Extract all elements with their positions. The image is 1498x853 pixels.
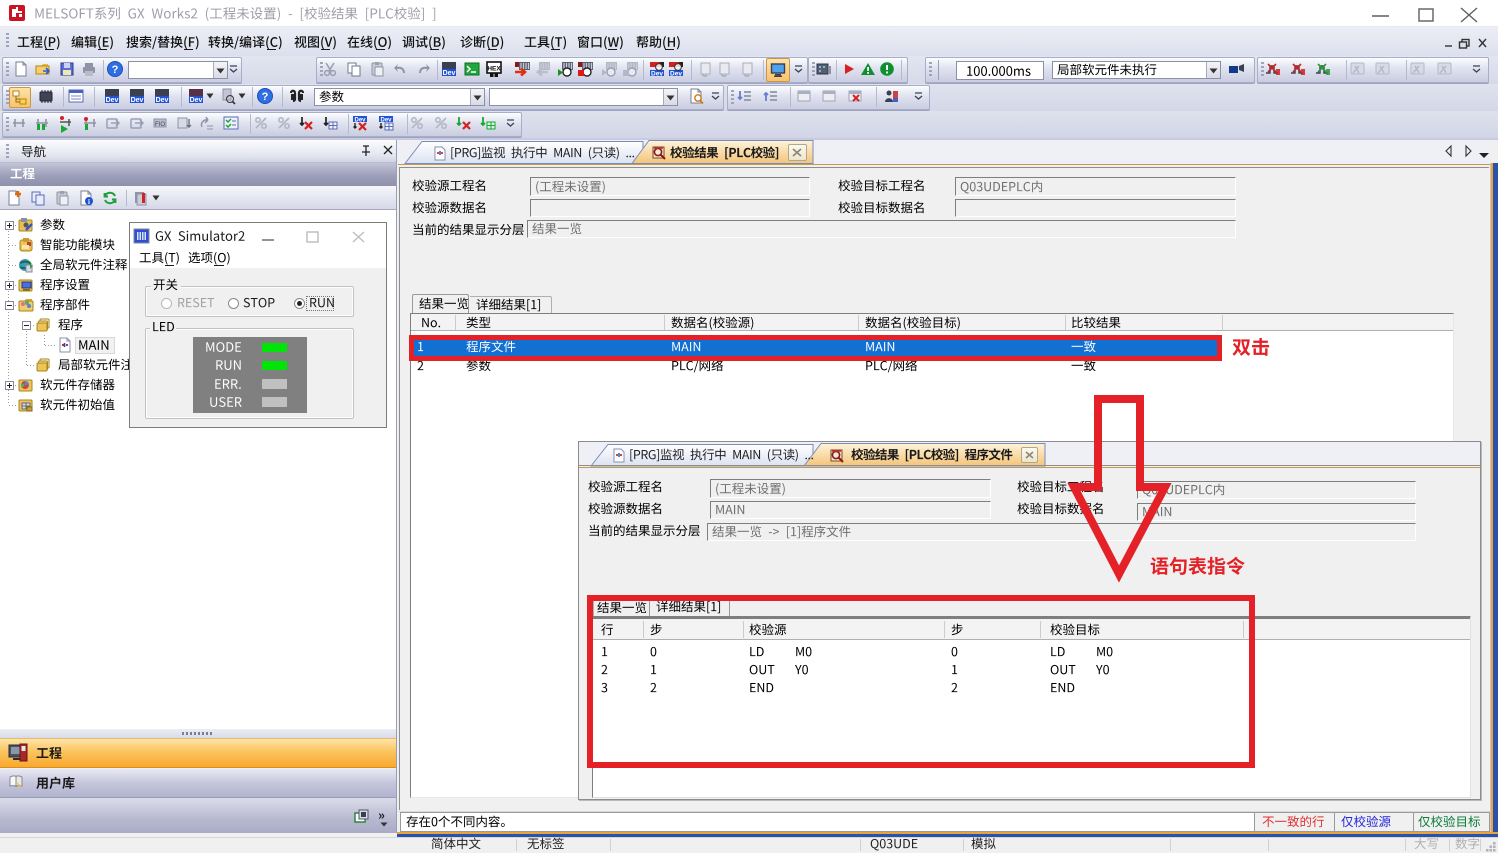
svg-text:Dev: Dev — [156, 97, 169, 104]
svg-text:Dev: Dev — [190, 97, 203, 104]
svg-text:HEX: HEX — [487, 66, 501, 73]
svg-text:Dev: Dev — [670, 71, 682, 78]
svg-text:Dev: Dev — [443, 70, 456, 77]
svg-text:i: i — [88, 198, 90, 206]
svg-text:FIO: FIO — [155, 122, 165, 128]
svg-text:Dev: Dev — [354, 118, 366, 124]
svg-text:?: ? — [112, 64, 119, 76]
svg-text:Dev: Dev — [106, 97, 119, 104]
svg-text:?: ? — [262, 91, 269, 103]
svg-text:Dev: Dev — [651, 71, 663, 78]
svg-text:Dev: Dev — [131, 97, 144, 104]
